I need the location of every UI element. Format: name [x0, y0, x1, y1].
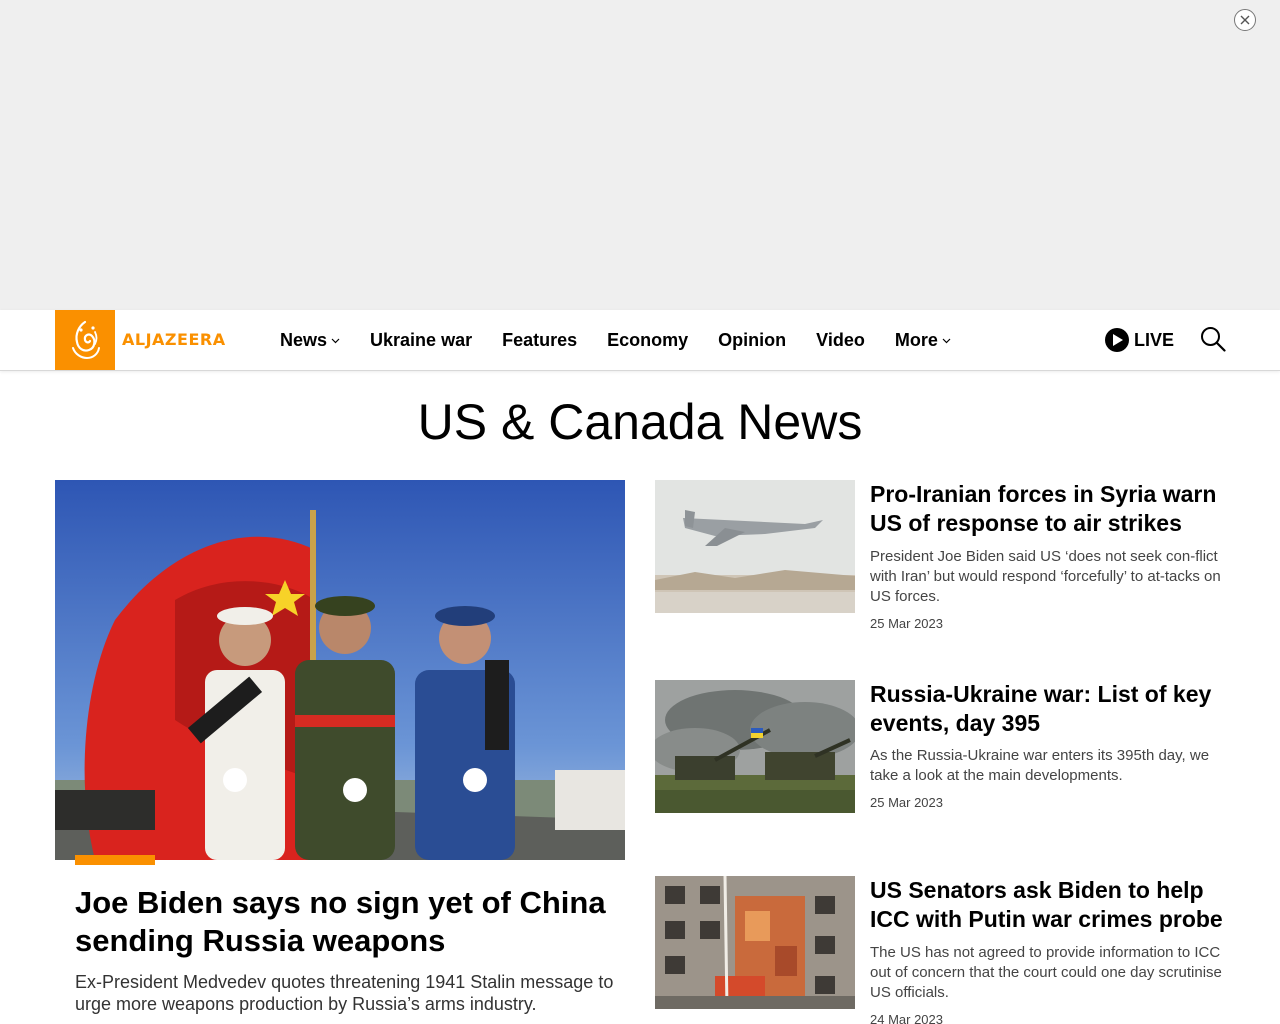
story-date: 25 Mar 2023 — [870, 795, 943, 810]
chevron-down-icon — [331, 338, 340, 344]
lead-story-image[interactable] — [55, 480, 625, 860]
advertisement-area — [0, 0, 1280, 310]
live-label: LIVE — [1134, 329, 1175, 350]
story-card: Pro-Iranian forces in Syria warn US of r… — [655, 480, 1235, 640]
main-navigation: News Ukraine war Features Economy Opinio… — [280, 310, 981, 370]
nav-item-opinion[interactable]: Opinion — [718, 330, 786, 351]
nav-item-label: Opinion — [718, 329, 787, 350]
live-button[interactable]: LIVE — [1105, 328, 1174, 352]
play-icon — [1105, 328, 1129, 352]
nav-item-more[interactable]: More — [895, 330, 951, 351]
aljazeera-logo-icon[interactable] — [55, 310, 115, 370]
story-date: 24 Mar 2023 — [870, 1012, 943, 1024]
logo-wordmark[interactable]: ALJAZEERA — [122, 330, 226, 349]
story-card: Russia-Ukraine war: List of key events, … — [655, 680, 1235, 820]
story-description: President Joe Biden said US ‘does not se… — [870, 548, 1221, 605]
nav-item-features[interactable]: Features — [502, 330, 577, 351]
nav-item-label: News — [280, 329, 328, 350]
nav-item-label: More — [894, 329, 938, 350]
story-description: The US has not agreed to provide informa… — [870, 944, 1222, 1001]
story-card: US Senators ask Biden to help ICC with P… — [655, 876, 1235, 1024]
story-thumbnail[interactable] — [655, 876, 855, 1009]
nav-item-news[interactable]: News — [280, 330, 340, 351]
story-date: 25 Mar 2023 — [870, 616, 943, 631]
nav-item-label: Features — [502, 329, 578, 350]
nav-item-label: Ukraine war — [370, 329, 473, 350]
story-thumbnail[interactable] — [655, 680, 855, 813]
story-thumbnail[interactable] — [655, 480, 855, 613]
lead-accent-bar — [75, 855, 155, 865]
nav-item-video[interactable]: Video — [816, 330, 865, 351]
nav-item-economy[interactable]: Economy — [607, 330, 688, 351]
chevron-down-icon — [942, 338, 951, 344]
nav-item-ukraine-war[interactable]: Ukraine war — [370, 330, 472, 351]
page-title: US & Canada News — [417, 394, 863, 450]
story-title[interactable]: Pro-Iranian forces in Syria warn US of r… — [870, 480, 1230, 538]
site-header: ALJAZEERA News Ukraine war Features Econ… — [0, 310, 1280, 371]
story-title[interactable]: Russia-Ukraine war: List of key events, … — [870, 680, 1230, 738]
nav-item-label: Economy — [607, 329, 689, 350]
story-title[interactable]: US Senators ask Biden to help ICC with P… — [870, 876, 1230, 934]
nav-item-label: Video — [816, 329, 865, 350]
story-description: As the Russia-Ukraine war enters its 395… — [870, 747, 1210, 784]
search-icon[interactable] — [1200, 326, 1226, 352]
close-ad-icon[interactable] — [1234, 9, 1256, 31]
lead-story-title[interactable]: Joe Biden says no sign yet of China send… — [75, 884, 615, 960]
lead-story-description: Ex-President Medvedev quotes threatening… — [75, 972, 614, 1014]
